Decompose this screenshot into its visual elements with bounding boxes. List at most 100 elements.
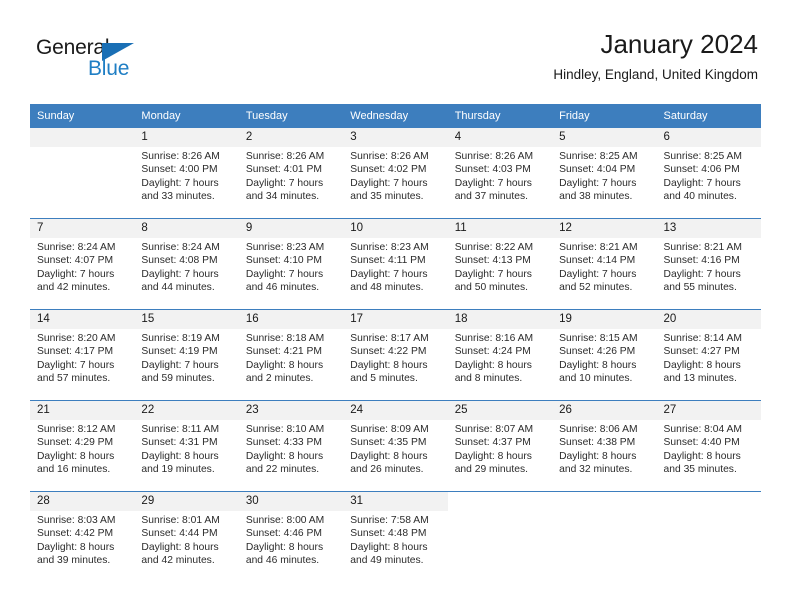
daylight-text-line1: Daylight: 7 hours <box>663 177 741 189</box>
sunrise-text: Sunrise: 8:22 AM <box>454 242 534 253</box>
day-cell[interactable]: 8 Sunrise: 8:24 AM Sunset: 4:08 PM Daylight… <box>134 219 239 309</box>
day-details: Sunrise: 8:24 AM Sunset: 4:07 PM Daylight:… <box>30 238 134 295</box>
calendar-cell <box>552 491 657 582</box>
day-cell[interactable]: 15 Sunrise: 8:19 AM Sunset: 4:19 PM Dayligh… <box>134 310 239 400</box>
calendar-week-row: 21 Sunrise: 8:12 AM Sunset: 4:29 PM Dayligh… <box>30 400 761 492</box>
day-number: 3 <box>343 128 448 147</box>
day-cell[interactable]: 13 Sunrise: 8:21 AM Sunset: 4:16 PM Dayligh… <box>656 219 761 309</box>
day-number: 28 <box>30 492 135 511</box>
daylight-text-line1: Daylight: 8 hours <box>141 541 219 553</box>
day-cell[interactable]: 17 Sunrise: 8:17 AM Sunset: 4:22 PM Dayligh… <box>343 310 448 400</box>
sunset-text: Sunset: 4:11 PM <box>350 255 426 267</box>
day-number: 10 <box>343 219 448 238</box>
day-number: 24 <box>343 401 448 420</box>
day-cell[interactable]: 25 Sunrise: 8:07 AM Sunset: 4:37 PM Dayligh… <box>447 401 553 491</box>
day-cell[interactable]: 2 Sunrise: 8:26 AM Sunset: 4:01 PM Daylight… <box>238 128 344 218</box>
daylight-text-line1: Daylight: 8 hours <box>454 359 532 371</box>
sunrise-text: Sunrise: 8:14 AM <box>663 333 742 344</box>
day-cell[interactable]: 21 Sunrise: 8:12 AM Sunset: 4:29 PM Dayligh… <box>30 401 135 491</box>
calendar-cell: 8 Sunrise: 8:24 AM Sunset: 4:08 PM Daylight… <box>134 218 239 310</box>
day-number: 26 <box>552 401 657 420</box>
calendar-cell: 24 Sunrise: 8:09 AM Sunset: 4:35 PM Dayligh… <box>343 400 448 492</box>
day-cell[interactable]: 19 Sunrise: 8:15 AM Sunset: 4:26 PM Dayligh… <box>552 310 657 400</box>
day-cell[interactable]: 6 Sunrise: 8:25 AM Sunset: 4:06 PM Daylight… <box>656 128 761 218</box>
daylight-text-line1: Daylight: 7 hours <box>350 268 428 280</box>
sunset-text: Sunset: 4:16 PM <box>663 255 740 267</box>
calendar-cell: 9 Sunrise: 8:23 AM Sunset: 4:10 PM Daylight… <box>238 218 344 310</box>
day-number <box>552 492 657 511</box>
day-cell[interactable]: 30 Sunrise: 8:00 AM Sunset: 4:46 PM Dayligh… <box>238 492 344 582</box>
day-cell[interactable]: 28 Sunrise: 8:03 AM Sunset: 4:42 PM Dayligh… <box>30 492 135 582</box>
calendar-body: 1 Sunrise: 8:26 AM Sunset: 4:00 PM Daylight… <box>30 128 761 582</box>
sunrise-text: Sunrise: 8:23 AM <box>245 242 325 253</box>
day-cell[interactable]: 5 Sunrise: 8:25 AM Sunset: 4:04 PM Daylight… <box>552 128 657 218</box>
sunset-text: Sunset: 4:08 PM <box>141 255 218 267</box>
day-details: Sunrise: 8:00 AM Sunset: 4:46 PM Daylight:… <box>239 511 343 568</box>
sunrise-text: Sunrise: 8:23 AM <box>350 242 429 253</box>
sunset-text: Sunset: 4:29 PM <box>37 437 114 449</box>
calendar-cell: 21 Sunrise: 8:12 AM Sunset: 4:29 PM Dayligh… <box>30 400 135 492</box>
day-cell[interactable]: 16 Sunrise: 8:18 AM Sunset: 4:21 PM Dayligh… <box>238 310 344 400</box>
day-details: Sunrise: 8:26 AM Sunset: 4:01 PM Daylight:… <box>239 147 343 204</box>
day-details: Sunrise: 8:06 AM Sunset: 4:38 PM Daylight:… <box>552 420 656 477</box>
day-cell[interactable]: 7 Sunrise: 8:24 AM Sunset: 4:07 PM Daylight… <box>30 219 135 309</box>
daylight-text-line1: Daylight: 7 hours <box>245 268 324 280</box>
sunrise-text: Sunrise: 8:12 AM <box>37 424 116 435</box>
day-cell[interactable]: 27 Sunrise: 8:04 AM Sunset: 4:40 PM Dayligh… <box>656 401 761 491</box>
day-cell[interactable]: 14 Sunrise: 8:20 AM Sunset: 4:17 PM Dayligh… <box>30 310 135 400</box>
day-cell[interactable]: 12 Sunrise: 8:21 AM Sunset: 4:14 PM Dayligh… <box>552 219 657 309</box>
daylight-text-line2: and 13 minutes. <box>663 373 737 385</box>
day-details: Sunrise: 8:22 AM Sunset: 4:13 PM Daylight:… <box>448 238 552 295</box>
daylight-text-line2: and 16 minutes. <box>37 464 111 476</box>
sunset-text: Sunset: 4:40 PM <box>663 437 740 449</box>
daylight-text-line1: Daylight: 7 hours <box>454 268 532 280</box>
day-number: 16 <box>238 310 344 329</box>
day-cell[interactable]: 24 Sunrise: 8:09 AM Sunset: 4:35 PM Dayligh… <box>343 401 448 491</box>
sunrise-text: Sunrise: 8:26 AM <box>141 151 220 162</box>
daylight-text-line1: Daylight: 7 hours <box>141 268 219 280</box>
day-details: Sunrise: 8:15 AM Sunset: 4:26 PM Daylight:… <box>552 329 656 386</box>
day-cell[interactable]: 9 Sunrise: 8:23 AM Sunset: 4:10 PM Daylight… <box>238 219 344 309</box>
weekday-header-saturday: Saturday <box>656 104 761 128</box>
day-cell[interactable]: 29 Sunrise: 8:01 AM Sunset: 4:44 PM Dayligh… <box>134 492 239 582</box>
daylight-text-line2: and 55 minutes. <box>663 282 737 294</box>
day-cell[interactable]: 31 Sunrise: 7:58 AM Sunset: 4:48 PM Dayligh… <box>343 492 448 582</box>
calendar-cell <box>30 128 135 219</box>
daylight-text-line2: and 35 minutes. <box>663 464 737 476</box>
weekday-header-tuesday: Tuesday <box>238 104 344 128</box>
calendar-cell: 25 Sunrise: 8:07 AM Sunset: 4:37 PM Dayligh… <box>447 400 553 492</box>
day-cell[interactable]: 18 Sunrise: 8:16 AM Sunset: 4:24 PM Dayligh… <box>447 310 553 400</box>
sunset-text: Sunset: 4:38 PM <box>559 437 636 449</box>
calendar-cell: 4 Sunrise: 8:26 AM Sunset: 4:03 PM Daylight… <box>447 128 553 219</box>
day-cell[interactable]: 1 Sunrise: 8:26 AM Sunset: 4:00 PM Daylight… <box>134 128 239 218</box>
day-details: Sunrise: 8:18 AM Sunset: 4:21 PM Daylight:… <box>239 329 343 386</box>
sunset-text: Sunset: 4:03 PM <box>454 164 531 176</box>
title-block: January 2024 Hindley, England, United Ki… <box>553 28 758 84</box>
day-cell[interactable]: 20 Sunrise: 8:14 AM Sunset: 4:27 PM Dayligh… <box>656 310 761 400</box>
daylight-text-line2: and 5 minutes. <box>350 373 418 385</box>
day-cell[interactable]: 3 Sunrise: 8:26 AM Sunset: 4:02 PM Daylight… <box>343 128 448 218</box>
daylight-text-line2: and 2 minutes. <box>245 373 314 385</box>
day-cell[interactable]: 22 Sunrise: 8:11 AM Sunset: 4:31 PM Dayligh… <box>134 401 239 491</box>
day-cell[interactable]: 4 Sunrise: 8:26 AM Sunset: 4:03 PM Daylight… <box>447 128 553 218</box>
daylight-text-line1: Daylight: 7 hours <box>350 177 428 189</box>
day-number: 14 <box>30 310 135 329</box>
day-number: 31 <box>343 492 448 511</box>
day-cell[interactable]: 11 Sunrise: 8:22 AM Sunset: 4:13 PM Dayligh… <box>447 219 553 309</box>
calendar-cell: 13 Sunrise: 8:21 AM Sunset: 4:16 PM Dayligh… <box>656 218 761 310</box>
day-details: Sunrise: 8:12 AM Sunset: 4:29 PM Daylight:… <box>30 420 134 477</box>
day-details: Sunrise: 8:01 AM Sunset: 4:44 PM Daylight:… <box>134 511 238 568</box>
day-cell[interactable]: 10 Sunrise: 8:23 AM Sunset: 4:11 PM Dayligh… <box>343 219 448 309</box>
sunrise-text: Sunrise: 8:11 AM <box>141 424 220 435</box>
day-number: 15 <box>134 310 239 329</box>
sunset-text: Sunset: 4:22 PM <box>350 346 427 358</box>
day-cell[interactable]: 23 Sunrise: 8:10 AM Sunset: 4:33 PM Dayligh… <box>238 401 344 491</box>
day-cell[interactable]: 26 Sunrise: 8:06 AM Sunset: 4:38 PM Dayligh… <box>552 401 657 491</box>
general-blue-logo[interactable]: General Blue <box>36 36 166 86</box>
daylight-text-line2: and 48 minutes. <box>350 282 424 294</box>
calendar-cell: 12 Sunrise: 8:21 AM Sunset: 4:14 PM Dayligh… <box>552 218 657 310</box>
daylight-text-line2: and 38 minutes. <box>559 191 633 203</box>
sunrise-text: Sunrise: 8:17 AM <box>350 333 429 344</box>
day-cell-empty <box>30 128 135 218</box>
day-number: 20 <box>656 310 761 329</box>
